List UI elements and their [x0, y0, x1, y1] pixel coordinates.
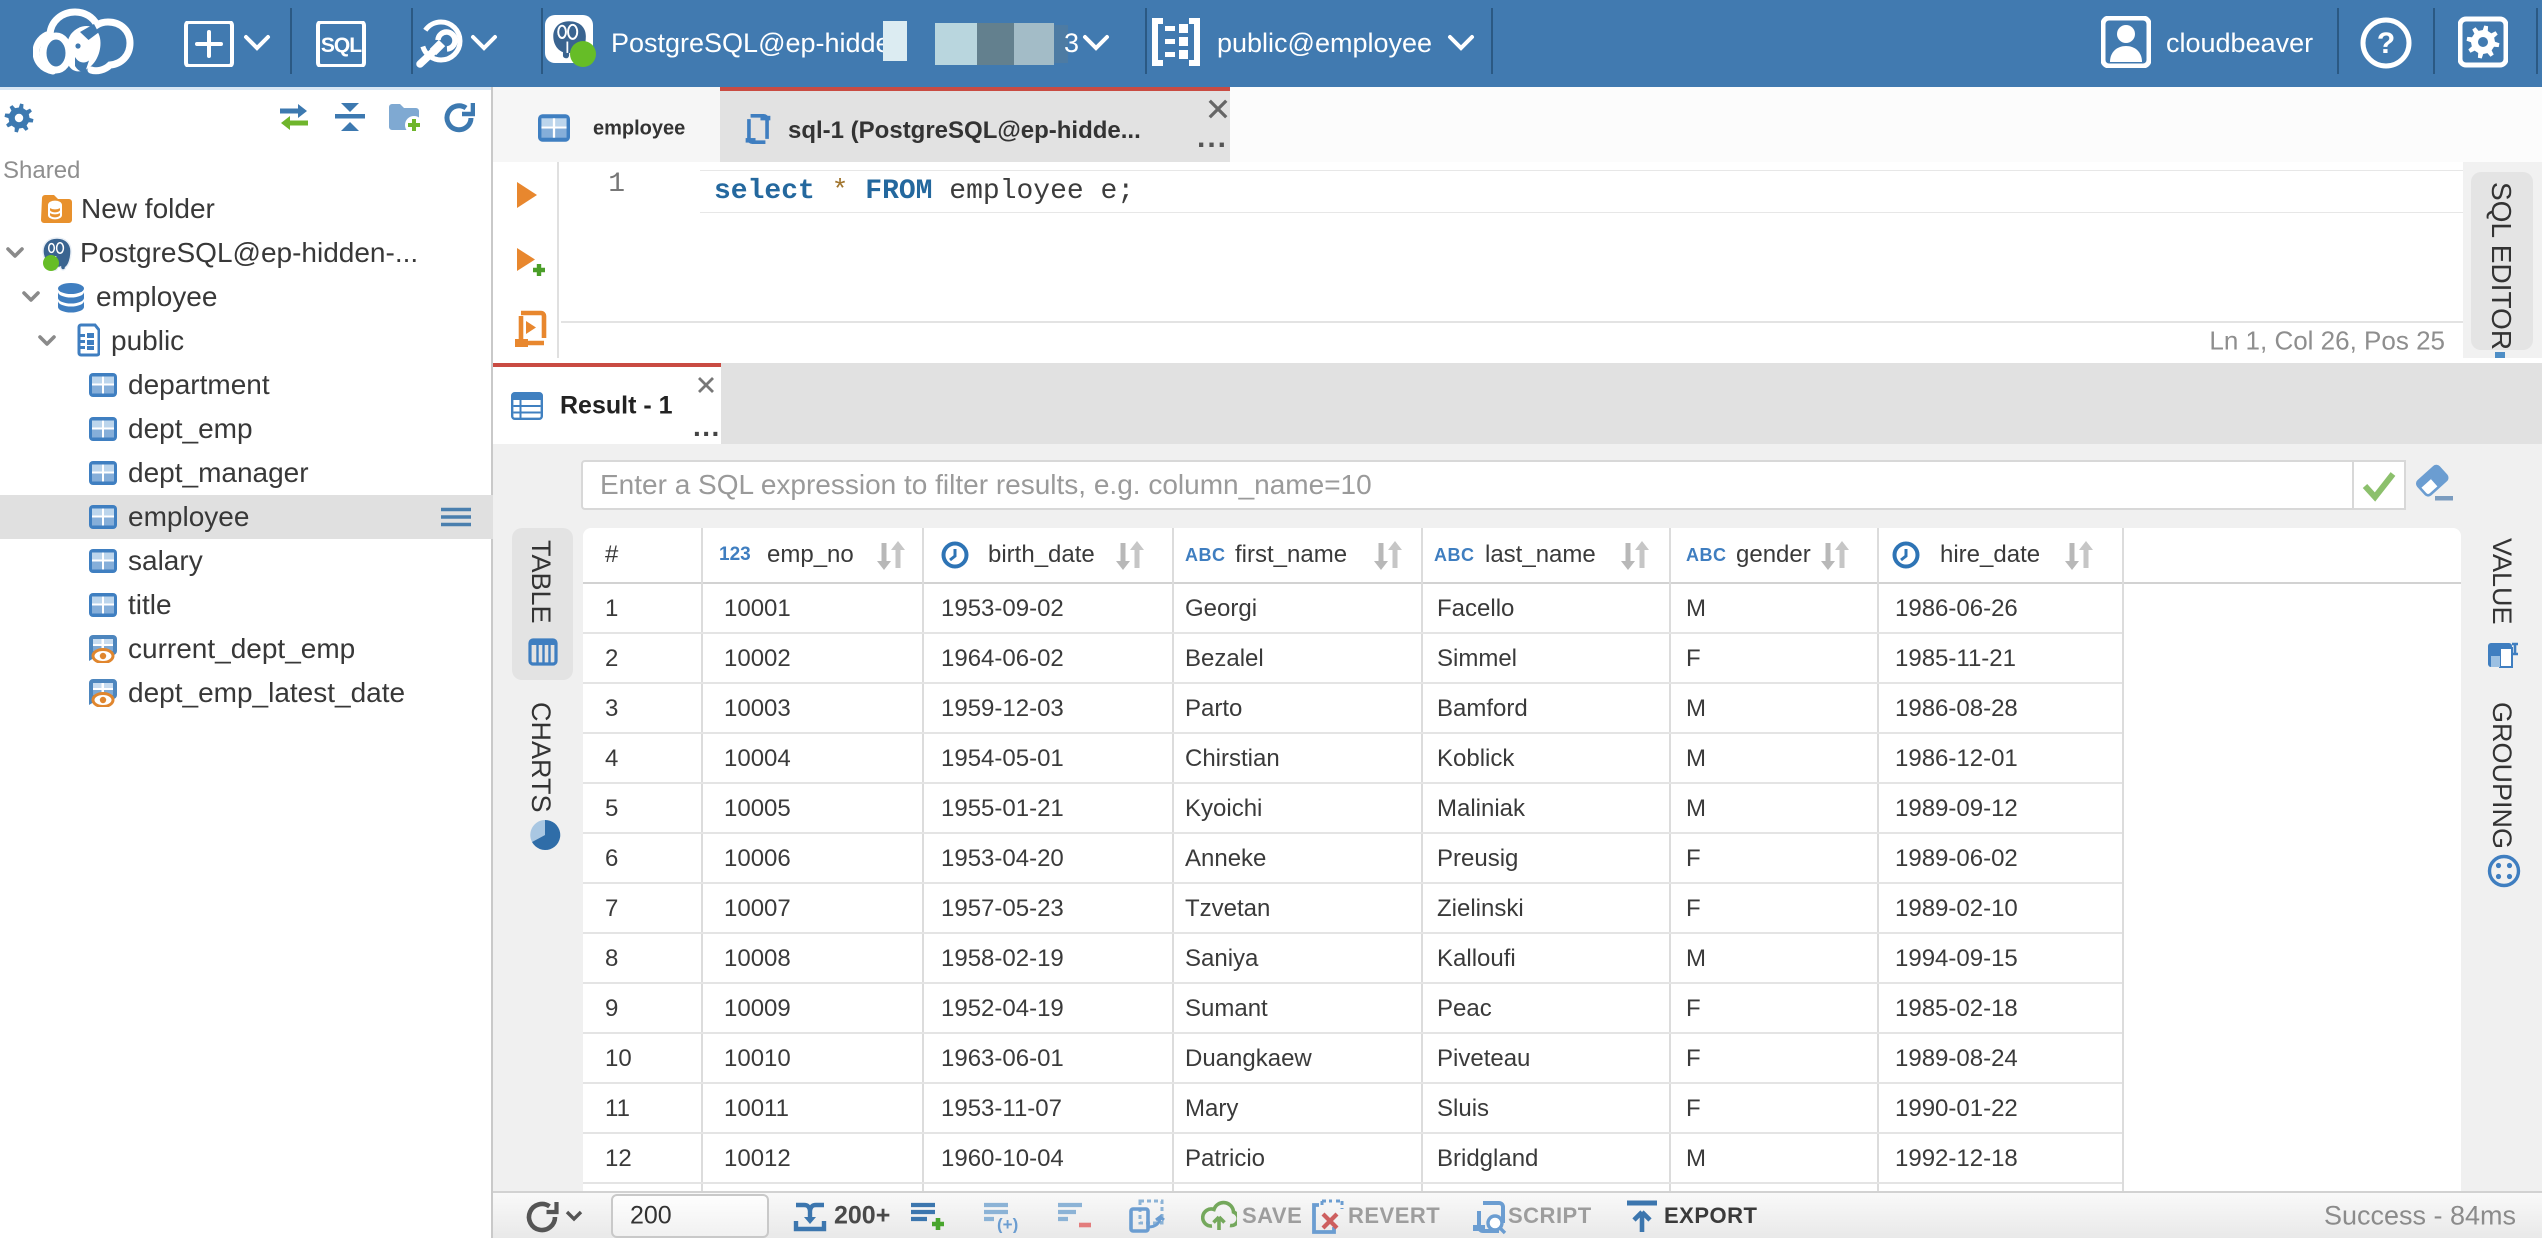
svg-text:?: ? [2377, 27, 2395, 60]
svg-text:(+): (+) [997, 1215, 1018, 1233]
svg-text:SQL: SQL [321, 34, 362, 57]
